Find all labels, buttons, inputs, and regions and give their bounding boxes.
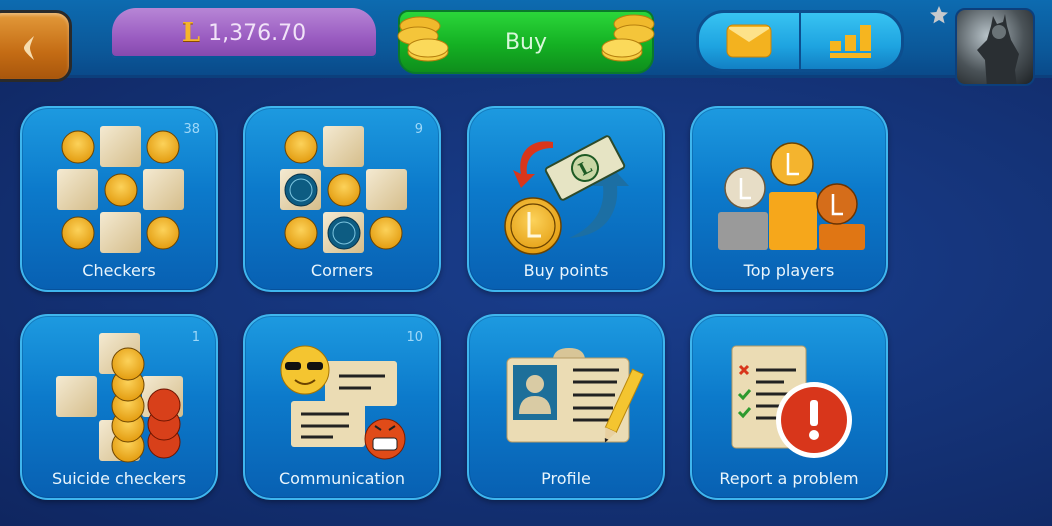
tile-corners[interactable]: 9 Corners: [243, 106, 441, 292]
tile-label: Corners: [310, 261, 374, 280]
top-bar: L 1,376.70 Buy: [0, 0, 1052, 82]
coin-stack-icon: [397, 16, 449, 62]
avatar-image: [977, 14, 1019, 84]
tile-buy-points[interactable]: L Buy points: [467, 106, 665, 292]
coin-stack-icon: [601, 14, 655, 62]
avatar[interactable]: [955, 8, 1035, 86]
tile-count: 10: [406, 330, 423, 345]
suicide-checkers-icon: [56, 333, 183, 463]
podium-icon: [718, 142, 865, 250]
tile-count: 1: [191, 330, 200, 345]
tile-suicide-checkers[interactable]: 1 Suicide checkers: [20, 314, 218, 500]
star-icon: [930, 6, 948, 24]
id-card-icon: [506, 348, 645, 443]
exchange-icon: L: [504, 135, 629, 255]
tile-label: Checkers: [82, 261, 156, 280]
tile-count: 38: [183, 122, 200, 137]
balance-display: L 1,376.70: [112, 8, 376, 58]
envelope-icon: [726, 24, 772, 58]
corners-icon: [280, 126, 407, 253]
bar-chart-icon: [830, 25, 871, 58]
currency-icon: L: [181, 18, 201, 48]
tile-label: Communication: [278, 469, 406, 488]
tile-label: Top players: [743, 261, 835, 280]
ratings-button[interactable]: [799, 13, 901, 69]
report-icon: [731, 345, 852, 458]
chevron-left-icon: [24, 36, 34, 60]
tile-label: Profile: [541, 469, 591, 488]
action-button-group: [696, 10, 904, 72]
messages-button[interactable]: [699, 13, 799, 69]
tile-profile[interactable]: Profile: [467, 314, 665, 500]
back-button[interactable]: [0, 10, 72, 82]
tile-count: 9: [414, 122, 423, 137]
buy-button[interactable]: Buy: [397, 10, 655, 74]
tile-communication[interactable]: 10 Communication: [243, 314, 441, 500]
buy-label: Buy: [504, 29, 548, 55]
tile-label: Suicide checkers: [51, 469, 187, 488]
tile-label: Report a problem: [719, 469, 859, 488]
balance-amount: 1,376.70: [208, 20, 307, 46]
tile-label: Buy points: [523, 261, 609, 280]
tile-checkers[interactable]: 38 Checkers: [20, 106, 218, 292]
tile-top-players[interactable]: Top players: [690, 106, 888, 292]
tile-report-problem[interactable]: Report a problem: [690, 314, 888, 500]
